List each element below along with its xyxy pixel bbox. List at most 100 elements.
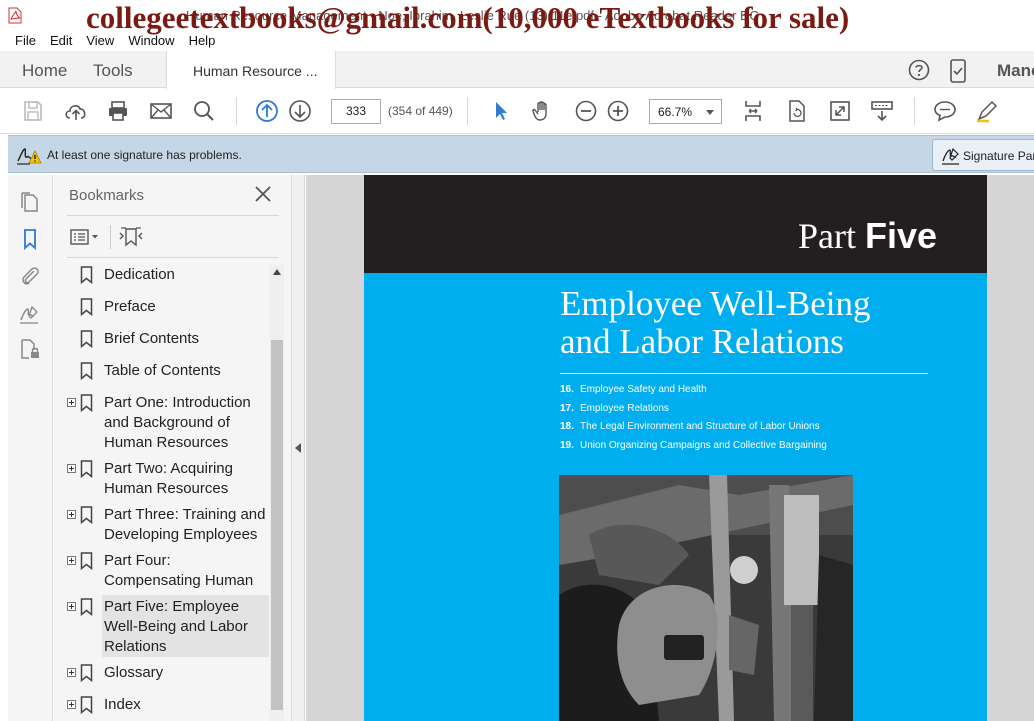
bookmark-item[interactable]: Part One: Introduction and Background of…	[67, 393, 269, 453]
bookmarks-header-divider	[67, 215, 279, 216]
expand-bookmark-icon[interactable]	[118, 225, 144, 249]
welder-photo	[559, 475, 853, 721]
print-icon[interactable]	[106, 99, 130, 123]
bookmark-icon	[80, 266, 93, 284]
chapter-title: The Legal Environment and Structure of L…	[580, 421, 820, 432]
cloud-upload-icon[interactable]	[63, 99, 89, 123]
expand-plus-icon[interactable]	[67, 398, 76, 407]
bookmark-item[interactable]: Index	[67, 695, 269, 721]
bookmark-item[interactable]: Table of Contents	[67, 361, 269, 387]
bookmark-options-icon[interactable]	[69, 225, 101, 249]
menu-bar: File Edit View Window Help	[0, 31, 1034, 51]
page-thumbnails-icon[interactable]	[19, 191, 41, 213]
comment-icon[interactable]	[933, 99, 957, 123]
bookmark-label: Index	[104, 696, 141, 713]
zoom-in-icon[interactable]	[606, 99, 630, 123]
chapter-entry: 17. Employee Relations	[560, 400, 827, 419]
save-icon[interactable]	[21, 99, 45, 123]
chapter-entry: 16. Employee Safety and Health	[560, 381, 827, 400]
menu-help[interactable]: Help	[182, 31, 223, 51]
document-viewport[interactable]: Part Five Employee Well-Being and Labor …	[306, 175, 1034, 721]
tab-tools[interactable]: Tools	[93, 61, 133, 81]
bookmarks-header: Bookmarks	[69, 187, 145, 204]
bookmark-item[interactable]: Part Three: Training and Developing Empl…	[67, 505, 269, 545]
chapter-number: 16.	[560, 384, 574, 395]
signature-panel-button[interactable]: Signature Panel	[932, 139, 1034, 171]
bookmark-icon	[80, 696, 93, 714]
chapter-entry: 19. Union Organizing Campaigns and Collec…	[560, 437, 827, 456]
bookmark-item[interactable]: Preface	[67, 297, 269, 323]
document-tab-label: Human Resource ...	[193, 63, 318, 79]
next-page-icon[interactable]	[288, 99, 312, 123]
scroll-mode-icon[interactable]	[741, 99, 765, 123]
bookmark-item-selected[interactable]: Part Five: Employee Well-Being and Labor…	[67, 595, 269, 657]
hand-tool-icon[interactable]	[530, 99, 554, 123]
part-number: Five	[864, 215, 937, 256]
attachments-icon[interactable]	[19, 265, 41, 287]
mobile-link-icon[interactable]	[949, 59, 967, 83]
bookmarks-scrollbar[interactable]	[270, 265, 284, 721]
bookmark-item[interactable]: Part Two: Acquiring Human Resources	[67, 459, 269, 499]
previous-page-icon[interactable]	[255, 99, 279, 123]
bookmark-list: Dedication Preface Brief Contents Table …	[67, 259, 269, 721]
part-title: Employee Well-Being and Labor Relations	[560, 285, 871, 361]
bookmark-label: Dedication	[104, 266, 175, 283]
help-icon[interactable]	[908, 59, 930, 81]
title-bar: Human Resource Management - Noe, Ibrahim…	[0, 0, 1034, 35]
bookmark-icon	[80, 552, 93, 570]
chapter-number: 19.	[560, 439, 574, 451]
menu-window[interactable]: Window	[121, 31, 181, 51]
scrollbar-thumb[interactable]	[271, 340, 283, 710]
expand-plus-icon[interactable]	[67, 510, 76, 519]
zoom-level-dropdown[interactable]: 66.7%	[649, 99, 722, 124]
bookmark-label: Brief Contents	[104, 330, 200, 347]
part-heading: Part Five	[798, 215, 937, 257]
toolbar-separator	[236, 97, 237, 125]
chapter-list: 16. Employee Safety and Health 17. Employe…	[560, 381, 827, 455]
chapter-title: Union Organizing Campaigns and Collectiv…	[580, 439, 827, 451]
email-icon[interactable]	[149, 99, 173, 123]
expand-plus-icon[interactable]	[67, 464, 76, 473]
rotate-page-icon[interactable]	[785, 99, 809, 123]
menu-edit[interactable]: Edit	[43, 31, 79, 51]
signatures-icon[interactable]	[19, 303, 41, 325]
toolbar-separator	[467, 97, 468, 125]
highlight-pen-icon[interactable]	[975, 99, 999, 123]
scroll-up-arrow-icon[interactable]	[273, 269, 281, 275]
menu-file[interactable]: File	[8, 31, 43, 51]
expand-plus-icon[interactable]	[67, 668, 76, 677]
search-icon[interactable]	[192, 99, 216, 123]
signature-panel-label: Signature Panel	[963, 149, 1034, 163]
select-tool-icon[interactable]	[489, 99, 513, 123]
close-icon[interactable]	[254, 185, 272, 203]
zoom-out-icon[interactable]	[574, 99, 598, 123]
bookmark-item[interactable]: Brief Contents	[67, 329, 269, 355]
bookmark-item[interactable]: Dedication	[67, 265, 269, 291]
security-settings-icon[interactable]	[19, 338, 41, 360]
bookmark-label: Part Three: Training and Developing Empl…	[104, 506, 266, 543]
chapter-entry: 18. The Legal Environment and Structure o…	[560, 418, 827, 437]
read-mode-icon[interactable]	[870, 99, 894, 123]
bookmark-icon	[80, 330, 93, 348]
bookmarks-panel: Bookmarks Dedication Preface Brief Conte…	[54, 175, 292, 721]
tab-home[interactable]: Home	[22, 61, 67, 81]
expand-plus-icon[interactable]	[67, 700, 76, 709]
tab-bar: Home Tools Human Resource ... Manc	[0, 51, 1034, 89]
chapter-title: Employee Safety and Health	[580, 384, 707, 395]
chapter-number: 17.	[560, 402, 574, 414]
menu-view[interactable]: View	[79, 31, 121, 51]
part-title-line: Employee Well-Being	[560, 284, 871, 323]
collapse-panel-arrow-icon[interactable]	[295, 443, 301, 453]
expand-plus-icon[interactable]	[67, 602, 76, 611]
manage-tools-label[interactable]: Manc	[997, 61, 1034, 81]
bookmark-icon	[80, 394, 93, 412]
expand-plus-icon[interactable]	[67, 556, 76, 565]
bookmark-label: Glossary	[104, 664, 164, 681]
panel-splitter[interactable]	[292, 175, 305, 721]
pdf-page: Part Five Employee Well-Being and Labor …	[364, 175, 987, 721]
bookmarks-panel-icon[interactable]	[19, 228, 41, 250]
tab-document[interactable]: Human Resource ...	[166, 51, 336, 89]
page-number-input[interactable]: 333	[331, 99, 381, 124]
full-screen-icon[interactable]	[828, 99, 852, 123]
bookmark-item[interactable]: Glossary	[67, 663, 269, 689]
